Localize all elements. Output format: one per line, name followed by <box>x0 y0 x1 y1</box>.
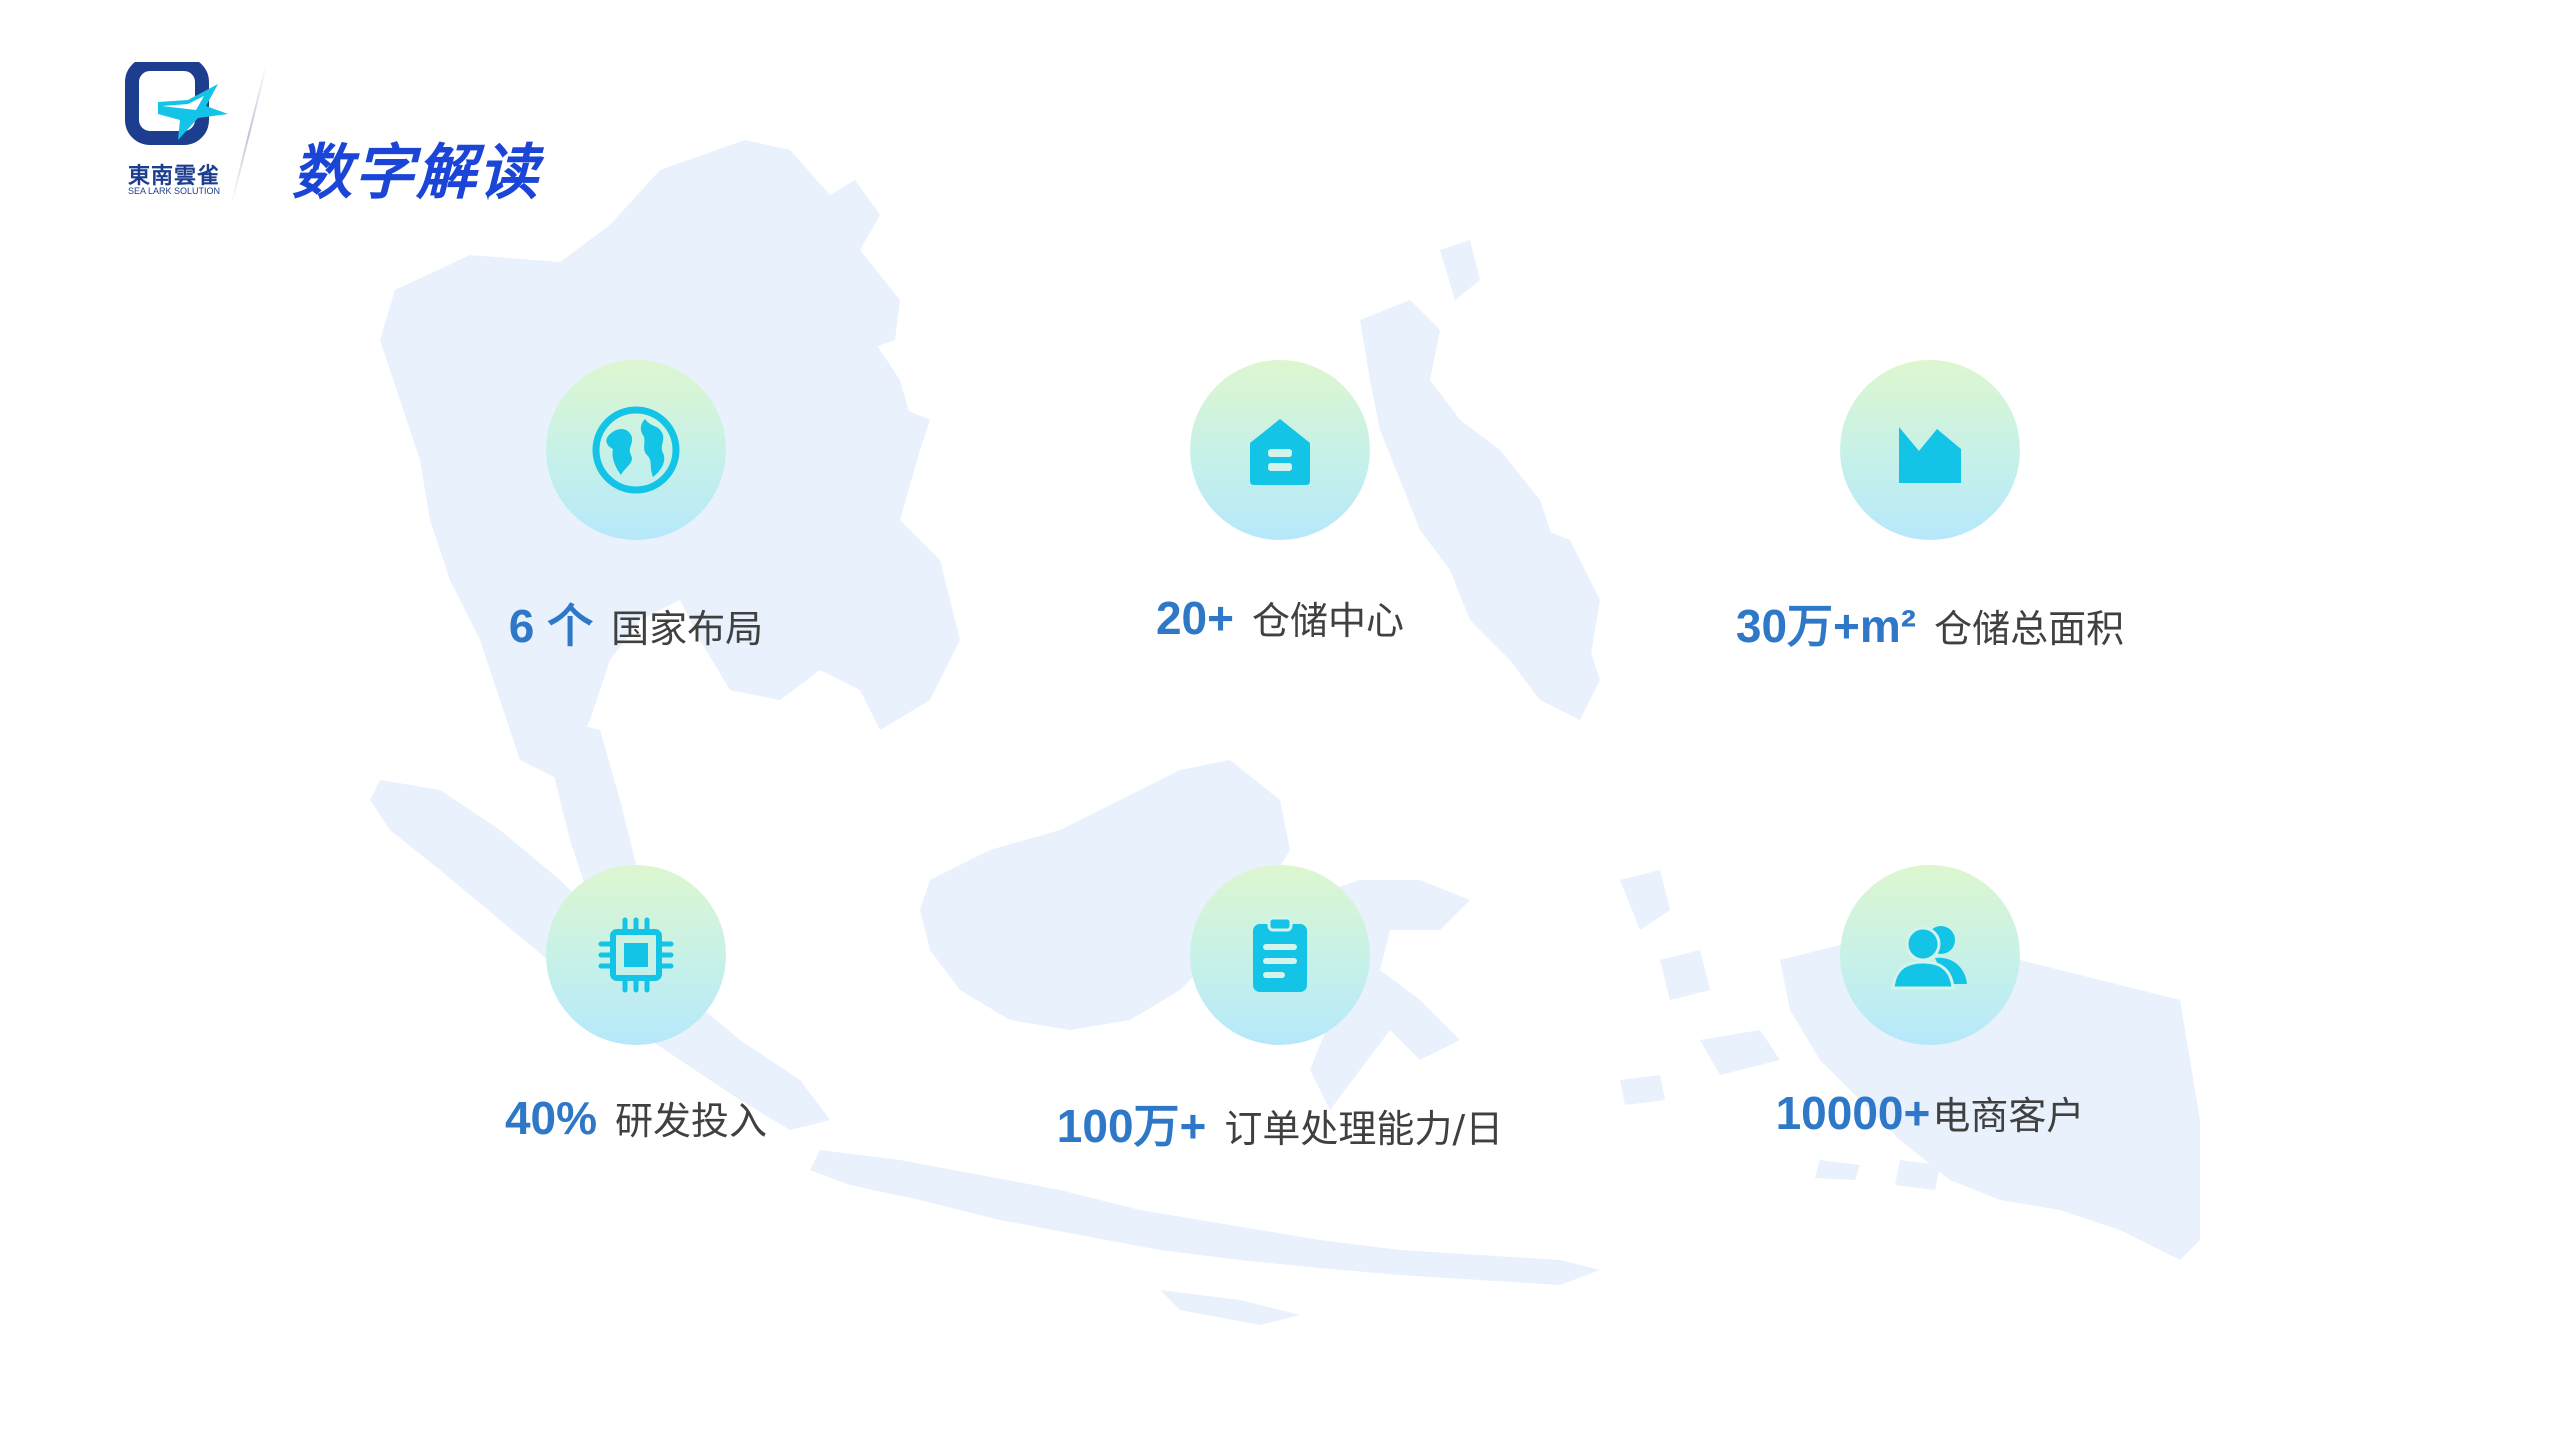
users-icon <box>1891 926 1967 990</box>
stat-label: 国家布局 <box>611 607 764 651</box>
stat-customers: 10000+电商客户 <box>1580 865 2280 1185</box>
southeast-asia-map <box>370 140 2200 1325</box>
chip-icon <box>598 917 674 993</box>
area-chart-icon <box>1899 427 1961 483</box>
stat-icon-circle <box>1840 865 2020 1045</box>
stat-number: 100万+ <box>1056 1100 1207 1152</box>
stat-caption: 30万+m² 仓储总面积 <box>1580 590 2280 656</box>
stat-orders: 100万+ 订单处理能力/日 <box>930 865 1630 1185</box>
stat-icon-circle <box>546 865 726 1045</box>
stat-label: 仓储中心 <box>1252 599 1405 643</box>
stat-storage-area: 30万+m² 仓储总面积 <box>1580 360 2280 680</box>
stat-icon-circle <box>1840 360 2020 540</box>
stat-caption: 20+ 仓储中心 <box>930 590 1630 645</box>
stat-countries: 6 个国家布局 <box>286 360 986 680</box>
clipboard-icon <box>1253 916 1307 992</box>
stat-number: 20+ <box>1155 592 1234 644</box>
stat-number: 40% <box>504 1092 598 1144</box>
warehouse-icon <box>1250 419 1310 485</box>
stat-label: 研发投入 <box>615 1099 768 1143</box>
stat-icon-circle <box>546 360 726 540</box>
stat-warehouses: 20+ 仓储中心 <box>930 360 1630 680</box>
logo-english-name: SEA LARK SOLUTION <box>127 186 221 196</box>
stat-label: 仓储总面积 <box>1934 607 2125 651</box>
stat-caption: 10000+电商客户 <box>1580 1085 2280 1140</box>
stat-label: 电商客户 <box>1932 1094 2085 1138</box>
stat-icon-circle <box>1190 865 1370 1045</box>
stat-number: 6 个 <box>508 600 594 652</box>
stat-label: 订单处理能力/日 <box>1224 1107 1504 1151</box>
sea-lark-logo-icon <box>125 62 228 145</box>
stat-caption: 6 个国家布局 <box>286 590 986 656</box>
stat-rnd: 40% 研发投入 <box>286 865 986 1185</box>
company-logo: 東南雲雀 SEA LARK SOLUTION <box>118 62 230 202</box>
stat-icon-circle <box>1190 360 1370 540</box>
slide: 東南雲雀 SEA LARK SOLUTION 数字解读 6 个国家布局 20+ 仓… <box>0 0 2560 1440</box>
stat-caption: 100万+ 订单处理能力/日 <box>930 1090 1630 1156</box>
stat-number: 10000+ <box>1775 1087 1931 1139</box>
page-title: 数字解读 <box>292 138 540 208</box>
stat-caption: 40% 研发投入 <box>286 1090 986 1145</box>
globe-icon <box>592 406 680 494</box>
stat-number: 30万+m² <box>1735 600 1917 652</box>
